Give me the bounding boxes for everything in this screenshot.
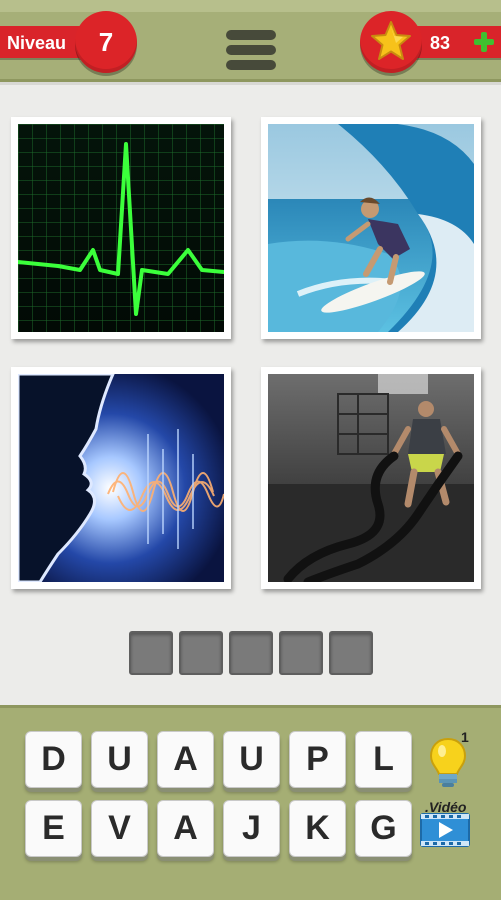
video-play-icon[interactable] bbox=[419, 810, 471, 850]
heartbeat-monitor-photo[interactable] bbox=[11, 117, 231, 339]
level-number-badge: 7 bbox=[75, 11, 137, 73]
letter-key[interactable]: U bbox=[223, 731, 280, 788]
letter-key[interactable]: G bbox=[355, 800, 412, 857]
letter-key[interactable]: E bbox=[25, 800, 82, 857]
plus-icon[interactable] bbox=[472, 30, 496, 54]
battle-ropes-workout-photo[interactable] bbox=[261, 367, 481, 589]
letter-key[interactable]: A bbox=[157, 731, 214, 788]
star-icon bbox=[371, 21, 411, 60]
letter-key[interactable]: A bbox=[157, 800, 214, 857]
answer-slot[interactable] bbox=[329, 631, 373, 675]
letter-key[interactable]: V bbox=[91, 800, 148, 857]
letter-key[interactable]: L bbox=[355, 731, 412, 788]
level-label: Niveau bbox=[7, 33, 67, 53]
top-bar-highlight bbox=[0, 0, 501, 12]
surfer-wave-photo[interactable] bbox=[261, 117, 481, 339]
answer-slot[interactable] bbox=[279, 631, 323, 675]
hint-count: 1 bbox=[461, 729, 469, 745]
answer-slot[interactable] bbox=[179, 631, 223, 675]
letter-key[interactable]: K bbox=[289, 800, 346, 857]
hamburger-menu-icon[interactable] bbox=[226, 28, 276, 72]
letter-key[interactable]: D bbox=[25, 731, 82, 788]
answer-slot[interactable] bbox=[129, 631, 173, 675]
letter-key[interactable]: P bbox=[289, 731, 346, 788]
star-badge[interactable] bbox=[360, 11, 422, 73]
letter-key[interactable]: J bbox=[223, 800, 280, 857]
coins-count: 83 bbox=[430, 33, 451, 53]
answer-slot[interactable] bbox=[229, 631, 273, 675]
letter-key[interactable]: U bbox=[91, 731, 148, 788]
voice-soundwave-photo[interactable] bbox=[11, 367, 231, 589]
